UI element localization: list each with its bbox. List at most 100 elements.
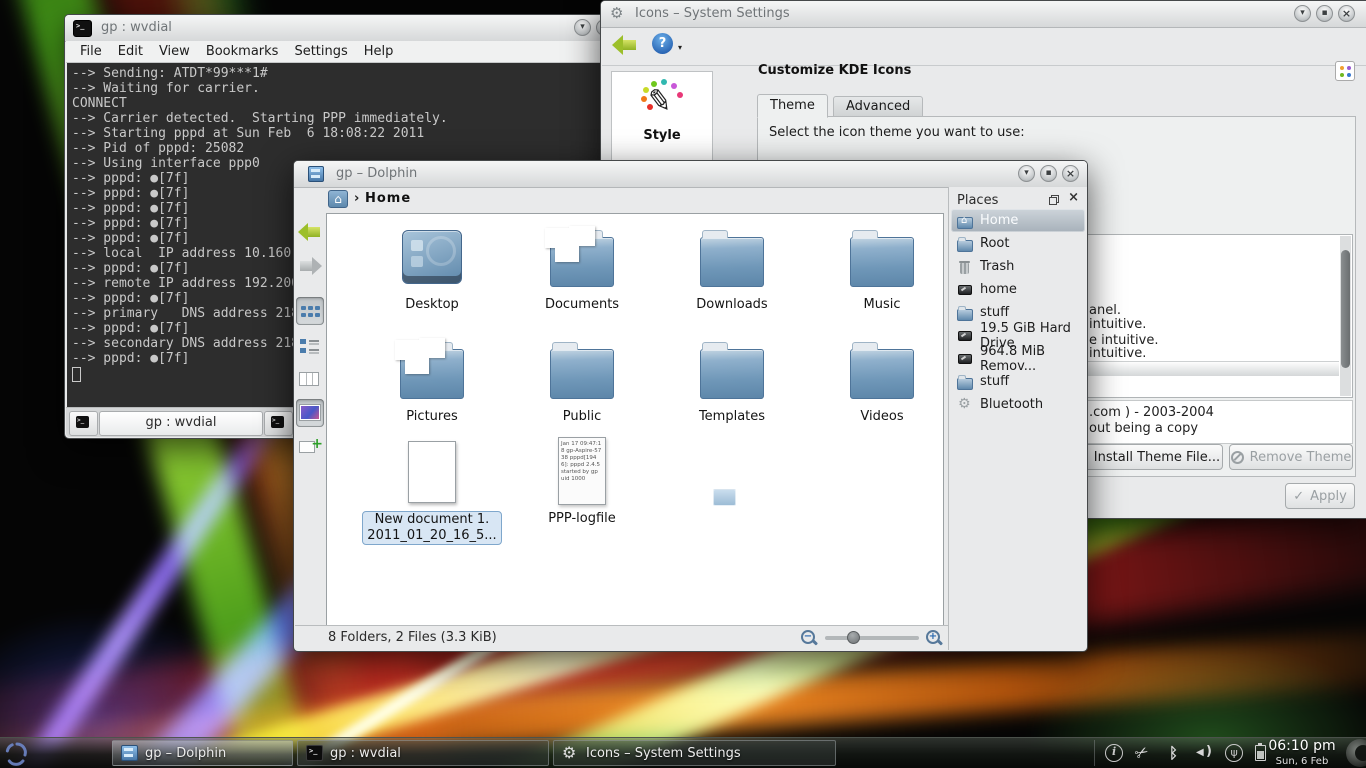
- tray-icon[interactable]: [1165, 744, 1183, 762]
- new-tab-button[interactable]: [69, 411, 98, 436]
- maximize-button[interactable]: [1316, 5, 1333, 22]
- tray-icon[interactable]: [1225, 744, 1243, 762]
- app-launcher-icon[interactable]: [2, 739, 32, 767]
- file-type-icon: [550, 349, 614, 399]
- drag-ghost-icon: [713, 489, 736, 506]
- scrollbar-thumb[interactable]: [1341, 250, 1350, 368]
- places-list: Home Root Trash home: [951, 209, 1085, 416]
- sidebar-item-style[interactable]: ✎ Style: [612, 84, 712, 143]
- file-item[interactable]: New document 1. 2011_01_20_16_5...: [357, 434, 507, 545]
- help-icon[interactable]: ?: [652, 33, 673, 54]
- file-label-line1: Documents: [507, 297, 657, 313]
- file-item[interactable]: Pictures: [357, 332, 507, 425]
- menu-item[interactable]: Bookmarks: [198, 44, 287, 59]
- toolbar-button-icon[interactable]: [296, 331, 324, 359]
- menu-item[interactable]: Edit: [110, 44, 151, 59]
- tray-icon[interactable]: [1255, 745, 1266, 761]
- file-item[interactable]: Public: [507, 332, 657, 425]
- file-item-label: New document 1. 2011_01_20_16_5...: [362, 511, 501, 545]
- toolbar-button-icon[interactable]: [296, 219, 324, 247]
- file-item[interactable]: Desktop: [357, 220, 507, 313]
- tray-icon[interactable]: [1195, 744, 1213, 762]
- toolbar-button-icon[interactable]: [296, 253, 324, 281]
- remove-theme-label: Remove Theme: [1250, 450, 1352, 465]
- tab-advanced[interactable]: Advanced: [833, 96, 923, 118]
- close-panel-icon[interactable]: ×: [1068, 190, 1079, 205]
- places-item[interactable]: Trash: [951, 255, 1085, 278]
- places-item-label: 964.8 MiB Remov...: [980, 344, 1085, 374]
- maximize-button[interactable]: [1040, 165, 1057, 182]
- icon-sizes-button[interactable]: [1335, 61, 1355, 81]
- places-item[interactable]: Root: [951, 232, 1085, 255]
- toolbar-button-icon[interactable]: [296, 297, 324, 325]
- file-item[interactable]: Jan 17 09:47:18 gp-Aspire-5738 pppd[1946…: [507, 434, 657, 527]
- menu-item[interactable]: View: [151, 44, 198, 59]
- taskbar-task[interactable]: gp : wvdial: [297, 740, 549, 766]
- minimize-button[interactable]: [1294, 5, 1311, 22]
- zoom-slider-knob[interactable]: [847, 631, 860, 644]
- file-item[interactable]: Downloads: [657, 220, 807, 313]
- breadcrumb-home[interactable]: Home: [365, 191, 411, 206]
- toolbar-button-icon[interactable]: [296, 433, 324, 461]
- install-theme-button[interactable]: Install Theme File...: [1071, 444, 1223, 470]
- file-label-line1: Downloads: [657, 297, 807, 313]
- close-tab-button[interactable]: [264, 411, 293, 436]
- konsole-titlebar[interactable]: gp : wvdial: [65, 15, 645, 42]
- file-type-icon: [700, 237, 764, 287]
- konsole-menubar: FileEditViewBookmarksSettingsHelp: [66, 41, 644, 63]
- zoom-slider[interactable]: [825, 636, 919, 640]
- menu-item[interactable]: File: [72, 44, 110, 59]
- file-item-icon: [357, 220, 507, 294]
- back-arrow-icon[interactable]: [612, 34, 638, 56]
- file-preview-text: Jan 17 09:47:18 gp-Aspire-5738 pppd[1946…: [559, 438, 605, 486]
- konsole-tab[interactable]: gp : wvdial: [99, 411, 263, 436]
- file-item[interactable]: Documents: [507, 220, 657, 313]
- theme-list-row[interactable]: anel.: [1089, 303, 1121, 318]
- taskbar-clock[interactable]: 06:10 pm Sun, 6 Feb: [1268, 739, 1336, 768]
- toolbar-button-icon[interactable]: [296, 399, 324, 427]
- dolphin-titlebar[interactable]: gp – Dolphin: [294, 161, 1087, 188]
- file-item[interactable]: Videos: [807, 332, 944, 425]
- menu-item[interactable]: Settings: [286, 44, 355, 59]
- theme-description-line: .com ) - 2003-2004: [1089, 405, 1214, 420]
- theme-list-row[interactable]: intuitive.: [1089, 346, 1146, 361]
- minimize-button[interactable]: [1018, 165, 1035, 182]
- file-item[interactable]: Music: [807, 220, 944, 313]
- list-scrollbar[interactable]: [1340, 236, 1351, 396]
- taskbar-task[interactable]: Icons – System Settings: [553, 740, 836, 766]
- settings-titlebar[interactable]: ⚙ Icons – System Settings: [601, 1, 1366, 28]
- minimize-button[interactable]: [574, 19, 591, 36]
- remove-theme-button[interactable]: Remove Theme: [1229, 444, 1353, 470]
- places-item[interactable]: Bluetooth: [951, 393, 1085, 416]
- float-panel-icon[interactable]: [1049, 195, 1059, 205]
- places-item[interactable]: 964.8 MiB Remov...: [951, 347, 1085, 370]
- zoom-out-icon[interactable]: [801, 630, 817, 646]
- places-item[interactable]: home: [951, 278, 1085, 301]
- menu-item[interactable]: Help: [356, 44, 402, 59]
- file-label-line1: Public: [507, 409, 657, 425]
- toolbar-button-icon[interactable]: [296, 365, 324, 393]
- home-icon[interactable]: ⌂: [328, 190, 348, 208]
- zoom-in-icon[interactable]: [926, 630, 942, 646]
- file-type-icon: [402, 230, 462, 284]
- file-type-icon: [400, 349, 464, 399]
- file-label-line1: Videos: [807, 409, 944, 425]
- tray-icon[interactable]: [1135, 744, 1153, 762]
- places-item-icon: [957, 305, 973, 321]
- places-item-label: Trash: [980, 259, 1014, 274]
- tray-icon[interactable]: [1105, 744, 1123, 762]
- task-list: gp – Dolphin gp : wvdial Icons – System …: [112, 740, 836, 766]
- close-button[interactable]: [1062, 165, 1079, 182]
- theme-list-row[interactable]: intuitive.: [1089, 317, 1146, 332]
- tab-theme[interactable]: Theme: [757, 94, 828, 118]
- file-item[interactable]: Templates: [657, 332, 807, 425]
- desktop: gp : wvdial FileEditViewBookmarksSetting…: [0, 0, 1366, 768]
- folder-view[interactable]: Desktop Documents: [326, 213, 944, 626]
- apply-button[interactable]: Apply: [1285, 483, 1355, 509]
- plasma-cashew-icon[interactable]: [1346, 739, 1366, 767]
- checkmark-icon: [1293, 489, 1304, 504]
- close-button[interactable]: [1338, 5, 1355, 22]
- taskbar-task[interactable]: gp – Dolphin: [112, 740, 293, 766]
- places-item[interactable]: Home: [951, 209, 1085, 232]
- file-type-icon: [550, 237, 614, 287]
